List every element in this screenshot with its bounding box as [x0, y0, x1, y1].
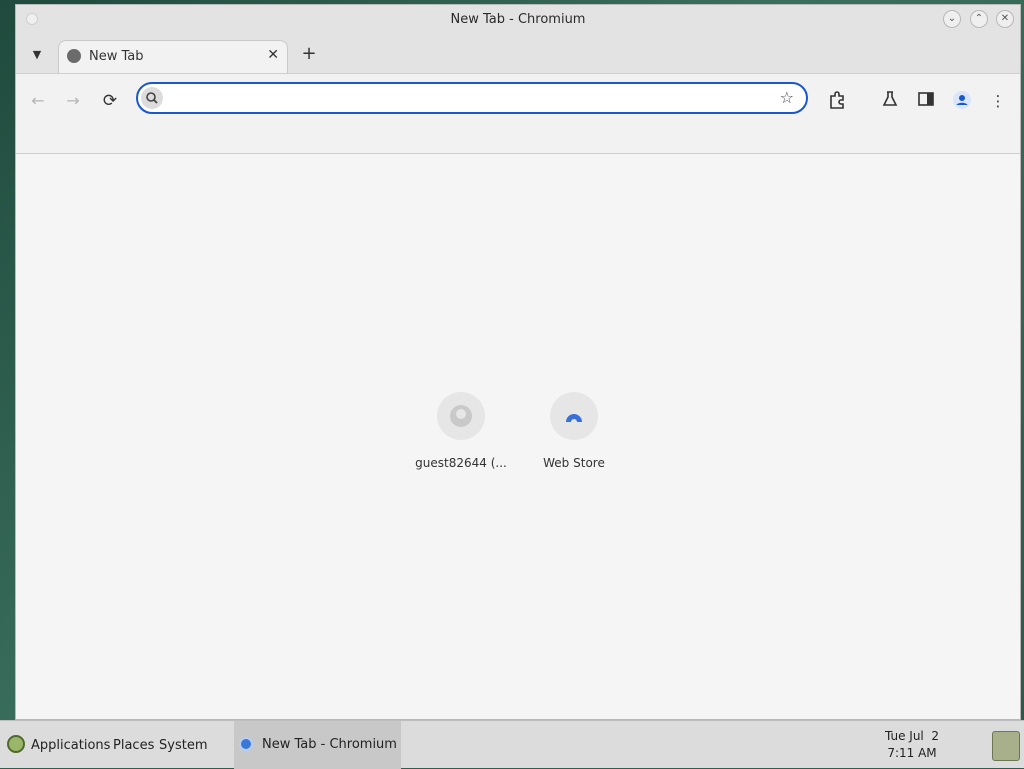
tab-search-chevron-icon[interactable]: ▼ [26, 44, 48, 66]
distro-logo-icon[interactable] [7, 735, 25, 753]
more-vert-icon[interactable]: ⋮ [987, 90, 1009, 112]
back-arrow-icon[interactable]: ← [27, 90, 49, 112]
window-title: New Tab - Chromium [450, 12, 586, 27]
new-tab-page: guest82644 (... Web Store [16, 154, 1020, 719]
taskbar: Applications Places System New Tab - Chr… [0, 720, 1024, 769]
menu-places[interactable]: Places [113, 738, 154, 753]
clock[interactable]: Tue Jul 2 7:11 AM [880, 728, 944, 762]
github-icon [437, 392, 485, 440]
star-icon[interactable]: ☆ [780, 88, 794, 107]
flask-icon[interactable] [879, 90, 901, 112]
forward-arrow-icon[interactable]: → [62, 90, 84, 112]
shortcut-tile[interactable]: guest82644 (... [411, 392, 511, 470]
clock-date: Tue Jul 2 [884, 729, 940, 743]
tab-new-tab[interactable]: New Tab ✕ [58, 40, 288, 73]
taskbar-window-button[interactable]: New Tab - Chromium [234, 721, 401, 769]
profile-person-icon[interactable] [951, 90, 973, 112]
globe-icon [67, 49, 81, 63]
browser-window: New Tab - Chromium ⌄ ⌃ ✕ ▼ New Tab ✕ + ←… [15, 4, 1021, 720]
shortcut-label: Web Store [543, 456, 605, 470]
window-titlebar[interactable]: New Tab - Chromium ⌄ ⌃ ✕ [16, 5, 1020, 35]
tab-close-icon[interactable]: ✕ [267, 47, 279, 63]
extensions-puzzle-icon[interactable] [826, 90, 848, 112]
chromium-icon [239, 737, 253, 751]
menu-system[interactable]: System [159, 738, 207, 753]
browser-toolbar: ← → ⟳ ☆ ⋮ [16, 73, 1020, 128]
taskbar-window-label: New Tab - Chromium [262, 737, 397, 752]
tab-title: New Tab [89, 49, 144, 64]
maximize-icon[interactable]: ⌃ [970, 10, 988, 28]
new-tab-plus-icon[interactable]: + [298, 43, 320, 65]
minimize-icon[interactable]: ⌄ [943, 10, 961, 28]
workspace-switcher-icon[interactable] [992, 731, 1020, 761]
close-window-icon[interactable]: ✕ [996, 10, 1014, 28]
sidepanel-icon[interactable] [915, 90, 937, 112]
reload-icon[interactable]: ⟳ [99, 90, 121, 112]
bookmarks-bar [16, 127, 1020, 154]
address-input[interactable] [170, 88, 774, 110]
shortcut-tile[interactable]: Web Store [524, 392, 624, 470]
tab-strip: ▼ New Tab ✕ + [16, 35, 1020, 73]
search-icon [141, 87, 163, 109]
menu-applications[interactable]: Applications [31, 738, 110, 753]
shortcut-label: guest82644 (... [415, 456, 507, 470]
clock-time: 7:11 AM [887, 746, 937, 760]
omnibox[interactable]: ☆ [136, 82, 808, 114]
webstore-icon [550, 392, 598, 440]
